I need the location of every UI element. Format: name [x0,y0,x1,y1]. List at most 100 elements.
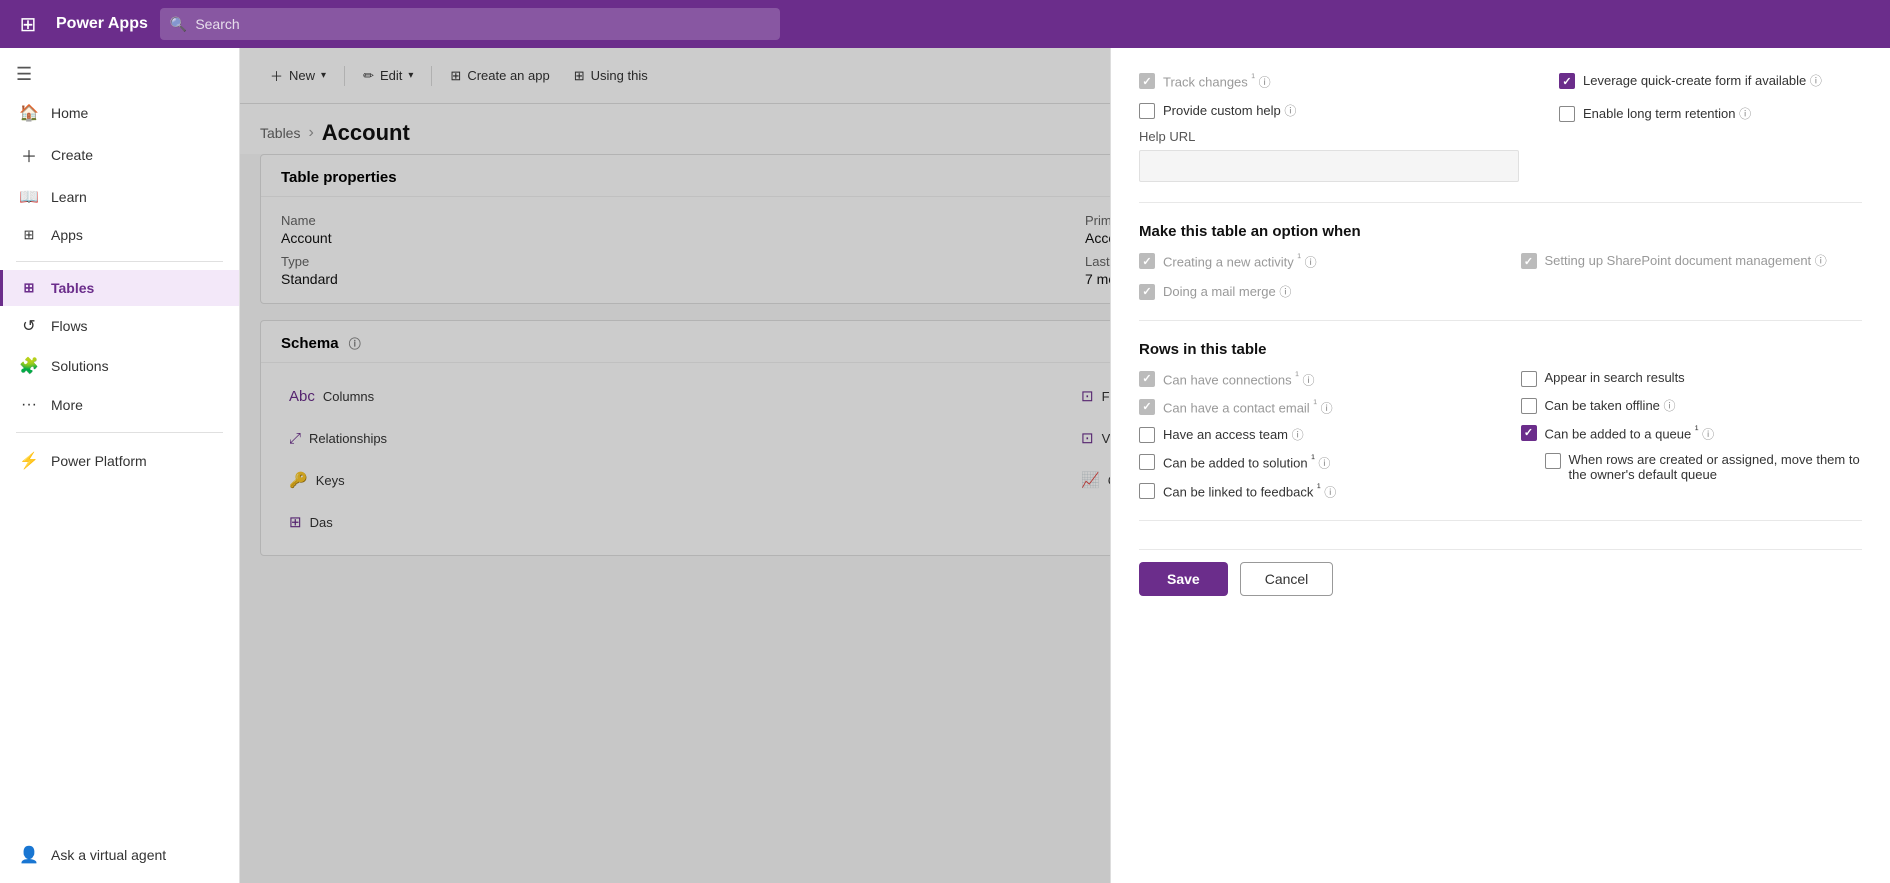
doing-mail-merge-checkbox[interactable]: ✓ [1139,284,1155,300]
sidebar-item-label: More [51,397,83,413]
sidebar-item-label: Create [51,147,93,163]
can-have-contact-email-row[interactable]: ✓ Can have a contact email ¹ ⓘ [1139,398,1481,416]
sidebar-item-home[interactable]: 🏠 Home [0,93,239,133]
enable-long-term-info[interactable]: ⓘ [1739,107,1751,121]
creating-new-activity-row[interactable]: ✓ Creating a new activity ¹ ⓘ [1139,252,1481,270]
panel-right-col-1: ✓ Leverage quick-create form if availabl… [1559,72,1862,182]
section2-right: ✓ Setting up SharePoint document managem… [1521,252,1863,299]
doing-mail-merge-row[interactable]: ✓ Doing a mail merge ⓘ [1139,283,1481,300]
added-to-queue-info[interactable]: ⓘ [1702,427,1714,441]
appear-search-checkbox[interactable] [1521,371,1537,387]
section2-title: Make this table an option when [1139,223,1862,240]
enable-long-term-checkbox[interactable] [1559,106,1575,122]
linked-to-feedback-checkbox[interactable] [1139,483,1155,499]
create-icon: ＋ [19,143,39,167]
taken-offline-checkbox[interactable] [1521,398,1537,414]
section3-title: Rows in this table [1139,341,1862,358]
added-to-queue-checkbox[interactable]: ✓ [1521,425,1537,441]
setting-up-sharepoint-row[interactable]: ✓ Setting up SharePoint document managem… [1521,252,1863,269]
cancel-button[interactable]: Cancel [1240,562,1334,596]
app-title: Power Apps [56,15,148,33]
leverage-info[interactable]: ⓘ [1810,74,1822,88]
sidebar-item-power-platform[interactable]: ⚡ Power Platform [0,441,239,481]
content-area: ＋ New ▾ ✏ Edit ▾ ⊞ Create an app ⊞ Using… [240,48,1890,883]
sharepoint-info[interactable]: ⓘ [1815,254,1827,268]
sidebar-item-solutions[interactable]: 🧩 Solutions [0,346,239,386]
enable-long-term-row[interactable]: Enable long term retention ⓘ [1559,105,1862,122]
sidebar-item-ask-virtual-agent[interactable]: 👤 Ask a virtual agent [0,835,239,875]
added-to-solution-info[interactable]: ⓘ [1318,457,1330,471]
creating-activity-info[interactable]: ⓘ [1305,256,1317,270]
sidebar-divider-2 [16,432,223,433]
section2-left: ✓ Creating a new activity ¹ ⓘ ✓ [1139,252,1481,299]
provide-custom-help-row[interactable]: Provide custom help ⓘ [1139,102,1519,119]
track-changes-row[interactable]: ✓ Track changes ¹ ⓘ [1139,72,1519,90]
learn-icon: 📖 [19,187,39,207]
main-layout: ☰ 🏠 Home ＋ Create 📖 Learn ⊞ Apps ⊞ Table… [0,48,1890,883]
home-icon: 🏠 [19,103,39,123]
waffle-icon[interactable]: ⊞ [12,8,44,40]
have-access-team-row[interactable]: Have an access team ⓘ [1139,426,1481,443]
sidebar-item-label: Ask a virtual agent [51,847,166,863]
power-platform-icon: ⚡ [19,451,39,471]
sidebar-item-more[interactable]: ··· More [0,386,239,424]
when-rows-created-checkbox[interactable] [1545,453,1561,469]
search-placeholder: Search [195,16,239,32]
can-have-connections-checkbox[interactable]: ✓ [1139,371,1155,387]
sidebar-bottom: 👤 Ask a virtual agent [0,835,239,875]
overlay-panel: ✓ Track changes ¹ ⓘ [1110,48,1890,883]
sidebar-item-flows[interactable]: ↺ Flows [0,306,239,346]
when-rows-created-row[interactable]: When rows are created or assigned, move … [1545,452,1863,482]
apps-icon: ⊞ [19,227,39,243]
connections-info[interactable]: ⓘ [1303,373,1315,387]
sidebar-item-label: Learn [51,189,87,205]
can-be-linked-to-feedback-row[interactable]: Can be linked to feedback ¹ ⓘ [1139,482,1481,500]
sidebar-item-label: Home [51,105,88,121]
top-bar: ⊞ Power Apps 🔍 Search [0,0,1890,48]
panel-section-3: Rows in this table ✓ Can have connection… [1139,341,1862,521]
linked-feedback-info[interactable]: ⓘ [1324,485,1336,499]
search-icon: 🔍 [170,16,187,33]
appear-in-search-results-row[interactable]: Appear in search results [1521,370,1863,387]
access-team-info[interactable]: ⓘ [1292,428,1304,442]
can-be-added-to-queue-row[interactable]: ✓ Can be added to a queue ¹ ⓘ [1521,424,1863,442]
sidebar-item-create[interactable]: ＋ Create [0,133,239,177]
section3-left: ✓ Can have connections ¹ ⓘ ✓ [1139,370,1481,500]
leverage-quick-create-row[interactable]: ✓ Leverage quick-create form if availabl… [1559,72,1862,89]
provide-help-info[interactable]: ⓘ [1284,104,1296,118]
sharepoint-checkbox[interactable]: ✓ [1521,253,1537,269]
tables-icon: ⊞ [19,280,39,296]
contact-email-info[interactable]: ⓘ [1321,401,1333,415]
can-be-taken-offline-row[interactable]: Can be taken offline ⓘ [1521,397,1863,414]
sidebar-item-label: Tables [51,280,94,296]
access-team-checkbox[interactable] [1139,427,1155,443]
sidebar: ☰ 🏠 Home ＋ Create 📖 Learn ⊞ Apps ⊞ Table… [0,48,240,883]
sidebar-item-label: Solutions [51,358,109,374]
panel-left-col-1: ✓ Track changes ¹ ⓘ [1139,72,1519,182]
help-url-label: Help URL [1139,129,1519,144]
panel-actions: Save Cancel [1139,549,1862,596]
sidebar-item-learn[interactable]: 📖 Learn [0,177,239,217]
can-be-added-to-solution-row[interactable]: Can be added to solution ¹ ⓘ [1139,453,1481,471]
track-changes-checkbox[interactable]: ✓ [1139,73,1155,89]
track-changes-sup: ¹ [1251,72,1255,84]
sidebar-item-tables[interactable]: ⊞ Tables [0,270,239,306]
help-url-input[interactable] [1139,150,1519,182]
can-have-connections-row[interactable]: ✓ Can have connections ¹ ⓘ [1139,370,1481,388]
taken-offline-info[interactable]: ⓘ [1664,399,1676,413]
mail-merge-info[interactable]: ⓘ [1279,285,1291,299]
sidebar-item-label: Power Platform [51,453,147,469]
panel-section-1: ✓ Track changes ¹ ⓘ [1139,72,1862,203]
more-icon: ··· [19,396,39,414]
sidebar-item-apps[interactable]: ⊞ Apps [0,217,239,253]
save-button[interactable]: Save [1139,562,1228,596]
provide-custom-help-checkbox[interactable] [1139,103,1155,119]
leverage-quick-create-checkbox[interactable]: ✓ [1559,73,1575,89]
search-bar[interactable]: 🔍 Search [160,8,780,40]
hamburger-icon[interactable]: ☰ [0,56,239,93]
contact-email-checkbox[interactable]: ✓ [1139,399,1155,415]
sidebar-item-label: Flows [51,318,88,334]
track-changes-info[interactable]: ⓘ [1259,75,1271,89]
added-to-solution-checkbox[interactable] [1139,454,1155,470]
creating-new-activity-checkbox[interactable]: ✓ [1139,253,1155,269]
